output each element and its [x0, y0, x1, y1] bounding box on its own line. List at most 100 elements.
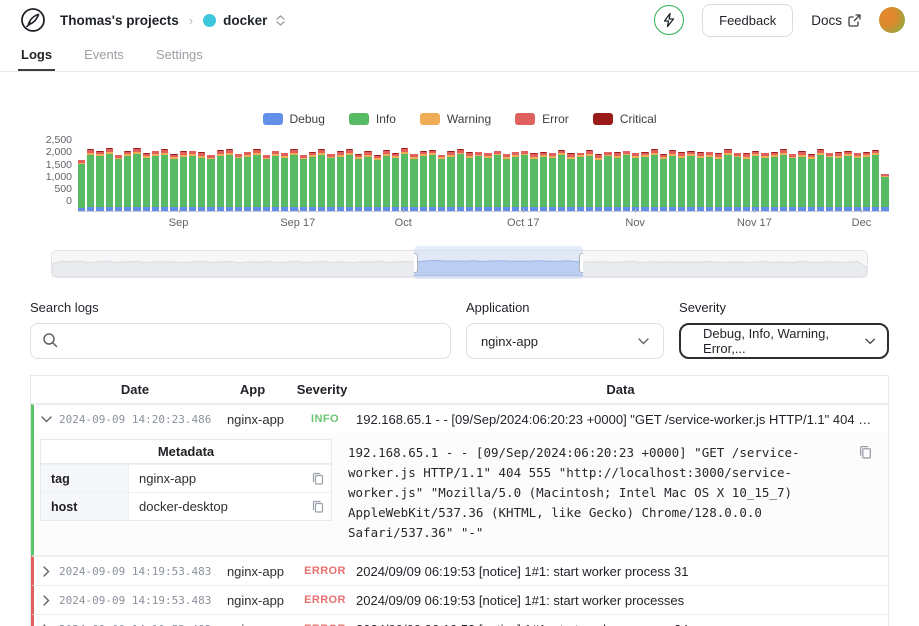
lightning-icon — [663, 13, 675, 27]
brush-selection[interactable] — [414, 246, 584, 279]
chart-bar — [521, 151, 528, 211]
log-row[interactable]: 2024-09-09 14:19:53.483 nginx-app ERROR … — [31, 556, 888, 585]
column-date: Date — [56, 382, 214, 397]
chart-bar — [641, 152, 648, 211]
chart-bar — [567, 153, 574, 211]
legend-label: Error — [542, 112, 569, 126]
chart-bar — [290, 149, 297, 211]
chart-bar — [484, 153, 491, 211]
x-axis-tick-mark — [635, 209, 636, 213]
chart-bar — [881, 174, 888, 211]
log-data: 192.168.65.1 - - [09/Sep/2024:06:20:23 +… — [356, 412, 888, 427]
chart-bar — [420, 151, 427, 211]
chart-bar — [281, 153, 288, 211]
project-name: docker — [223, 13, 267, 28]
y-axis-tick: 500 — [30, 184, 72, 195]
tab-settings[interactable]: Settings — [153, 40, 206, 71]
log-severity-badge: ERROR — [294, 565, 356, 577]
chart-bar — [78, 160, 85, 211]
time-range-slider[interactable] — [51, 250, 868, 278]
chart-plot — [78, 140, 889, 212]
chart-bar — [549, 153, 556, 211]
chart-legend: Debug Info Warning Error Critical — [0, 112, 919, 126]
legend-item-warning[interactable]: Warning — [420, 112, 491, 126]
legend-label: Warning — [447, 112, 491, 126]
chart-bar — [207, 155, 214, 211]
chart-bar — [530, 153, 537, 211]
chart-bar — [392, 153, 399, 211]
chart-bar — [96, 151, 103, 211]
legend-swatch-icon — [515, 113, 535, 125]
application-select-value: nginx-app — [481, 334, 538, 349]
legend-swatch-icon — [420, 113, 440, 125]
project-selector[interactable]: docker — [203, 13, 285, 28]
feedback-button[interactable]: Feedback — [702, 4, 793, 37]
breadcrumb-projects[interactable]: Thomas's projects — [60, 13, 179, 28]
chart-bar — [263, 155, 270, 211]
external-link-icon — [848, 14, 861, 27]
chart-bar — [604, 152, 611, 211]
user-avatar[interactable] — [879, 7, 905, 33]
chart-bar — [586, 150, 593, 211]
search-input[interactable] — [30, 323, 451, 359]
chart-bar — [512, 152, 519, 212]
legend-swatch-icon — [593, 113, 613, 125]
log-table: Date App Severity Data 2024-09-09 14:20:… — [30, 375, 889, 626]
log-row[interactable]: 2024-09-09 14:19:53.483 nginx-app ERROR … — [31, 585, 888, 614]
chart-bar — [789, 154, 796, 211]
chart-bar — [337, 151, 344, 211]
chart-bar — [364, 151, 371, 211]
application-select[interactable]: nginx-app — [466, 323, 664, 359]
chart-bar — [678, 152, 685, 211]
severity-select[interactable]: Debug, Info, Warning, Error,... — [679, 323, 889, 359]
chart-bar — [632, 153, 639, 211]
y-axis-tick: 2,000 — [30, 147, 72, 158]
logfire-logo-icon[interactable] — [20, 7, 46, 33]
copy-icon[interactable] — [305, 472, 331, 485]
legend-item-error[interactable]: Error — [515, 112, 569, 126]
search-logs-label: Search logs — [30, 300, 451, 315]
metadata-key: host — [41, 493, 129, 520]
x-axis-tick-mark — [298, 209, 299, 213]
log-data: 2024/09/09 06:19:53 [notice] 1#1: start … — [356, 593, 888, 608]
legend-label: Debug — [290, 112, 325, 126]
chart-bar — [872, 150, 879, 211]
chevron-down-icon[interactable] — [34, 416, 59, 423]
chevron-down-icon — [865, 338, 875, 345]
brush-handle-right[interactable] — [579, 253, 583, 273]
x-axis-tick-mark — [523, 209, 524, 213]
brush-handle-left[interactable] — [414, 253, 418, 273]
chart-bar — [715, 153, 722, 211]
chart-bar — [189, 151, 196, 211]
breadcrumb-separator-icon: › — [189, 13, 193, 28]
chevron-right-icon[interactable] — [34, 566, 59, 577]
copy-icon[interactable] — [305, 500, 331, 513]
x-axis-tick: Dec — [852, 217, 872, 229]
quick-action-button[interactable] — [654, 5, 684, 35]
docs-link[interactable]: Docs — [811, 13, 861, 28]
brush-selected-area — [414, 250, 584, 276]
log-data: 2024/09/09 06:19:53 [notice] 1#1: start … — [356, 564, 888, 579]
chart-bar — [558, 150, 565, 211]
log-row[interactable]: 2024-09-09 14:20:23.486 nginx-app INFO 1… — [31, 404, 888, 433]
chevron-right-icon[interactable] — [34, 595, 59, 606]
legend-item-critical[interactable]: Critical — [593, 112, 657, 126]
chart-bar — [143, 153, 150, 211]
log-app: nginx-app — [217, 593, 294, 608]
chart-bar — [540, 152, 547, 211]
log-date: 2024-09-09 14:19:53.483 — [59, 594, 217, 607]
chart-bar — [152, 151, 159, 211]
chart-bar — [217, 150, 224, 211]
tab-logs[interactable]: Logs — [18, 40, 55, 71]
tab-events[interactable]: Events — [81, 40, 127, 71]
y-axis-tick: 1,000 — [30, 172, 72, 183]
copy-icon[interactable] — [859, 445, 872, 459]
chart-bar — [623, 151, 630, 211]
log-row[interactable]: 2024-09-09 14:19:53.483 nginx-app ERROR … — [31, 614, 888, 626]
legend-item-debug[interactable]: Debug — [263, 112, 325, 126]
y-axis-tick: 1,500 — [30, 160, 72, 171]
chart-bar — [577, 153, 584, 211]
x-axis-tick: Sep — [169, 217, 189, 229]
legend-item-info[interactable]: Info — [349, 112, 396, 126]
column-severity: Severity — [291, 382, 353, 397]
